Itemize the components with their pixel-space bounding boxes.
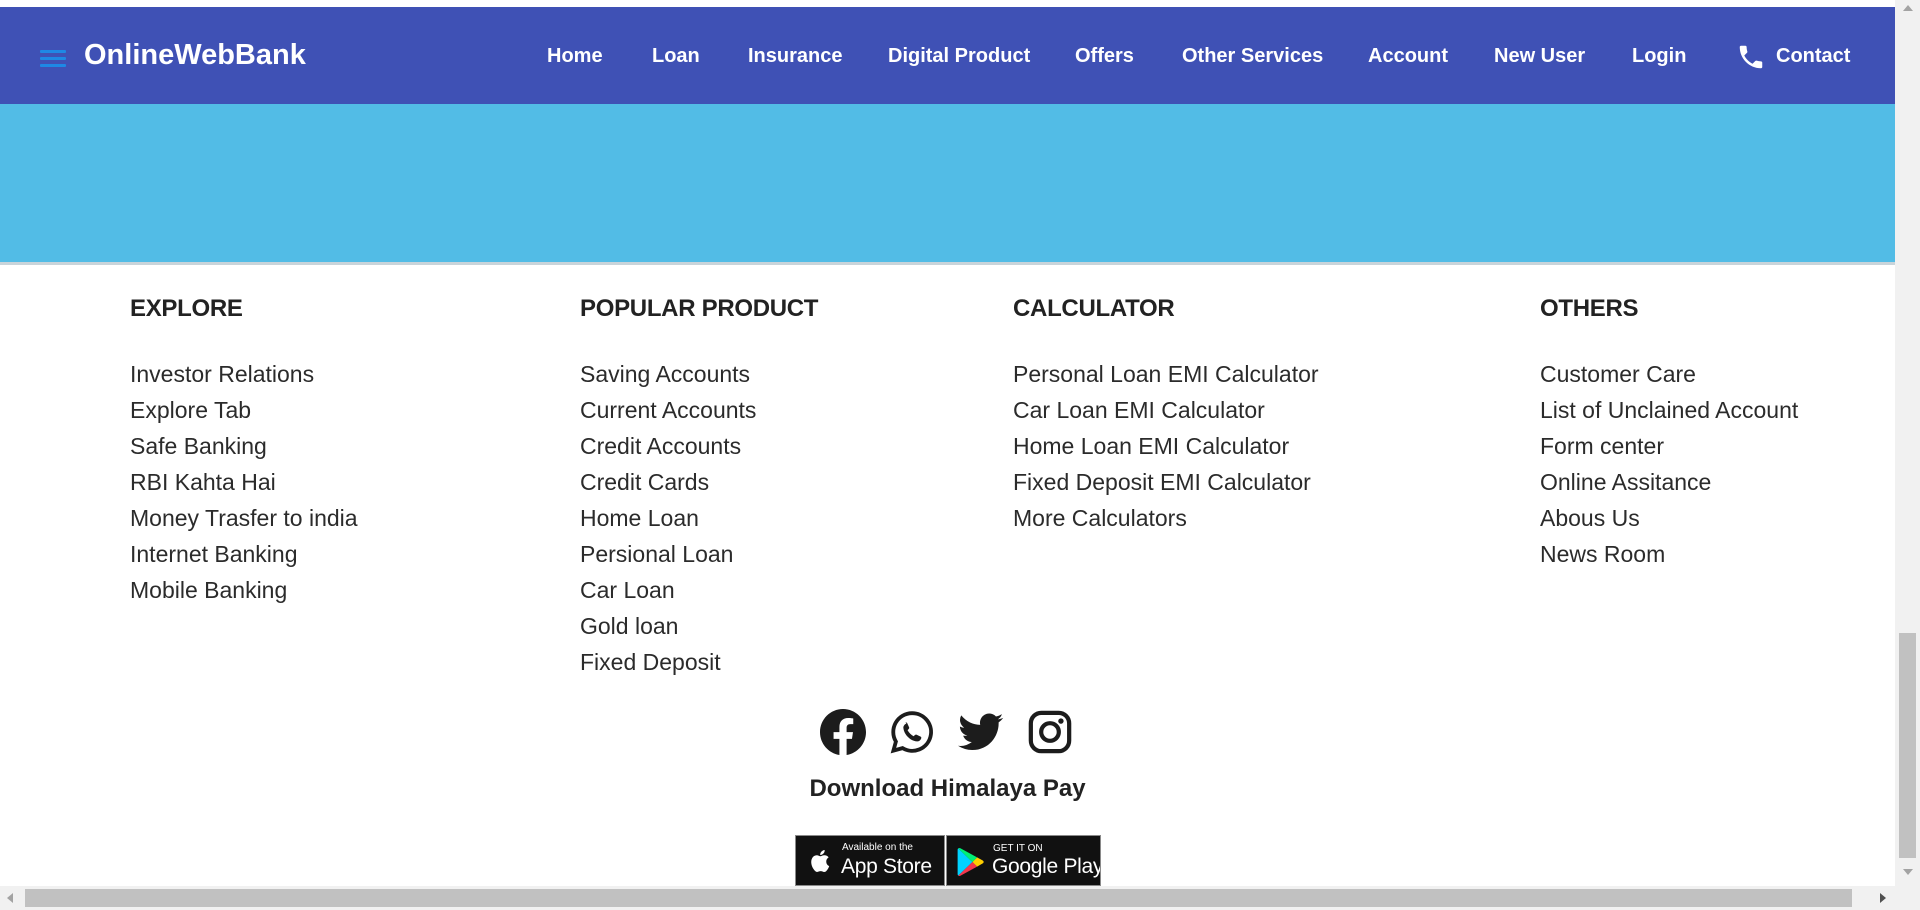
nav-link-offers[interactable]: Offers [1075, 44, 1134, 68]
footer-link-news-room[interactable]: News Room [1540, 536, 1798, 572]
social-links: } [820, 709, 1080, 757]
others-list: Customer Care List of Unclained Account … [1540, 356, 1798, 572]
footer-column-calculator: CALCULATOR Personal Loan EMI Calculator … [1013, 294, 1319, 536]
footer-link-credit-accounts[interactable]: Credit Accounts [580, 428, 818, 464]
download-title: Download Himalaya Pay [809, 775, 1086, 802]
column-title-calculator: CALCULATOR [1013, 295, 1175, 322]
navbar: OnlineWebBank Home Loan Insurance Digita… [0, 7, 1895, 104]
footer-link-car-loan-emi[interactable]: Car Loan EMI Calculator [1013, 392, 1319, 428]
app-store-badge[interactable]: Available on the App Store [795, 835, 945, 886]
footer-link-form-center[interactable]: Form center [1540, 428, 1798, 464]
google-play-icon [957, 847, 984, 877]
footer-link-home-loan[interactable]: Home Loan [580, 500, 818, 536]
footer-link-mobile-banking[interactable]: Mobile Banking [130, 572, 358, 608]
nav-link-digital-product[interactable]: Digital Product [888, 44, 1030, 68]
page: OnlineWebBank Home Loan Insurance Digita… [0, 0, 1895, 886]
footer-link-personal-loan[interactable]: Persional Loan [580, 536, 818, 572]
footer-link-money-transfer[interactable]: Money Trasfer to india [130, 500, 358, 536]
footer-link-investor-relations[interactable]: Investor Relations [130, 356, 358, 392]
nav-link-contact[interactable]: Contact [1776, 44, 1850, 68]
footer-link-rbi-kahta-hai[interactable]: RBI Kahta Hai [130, 464, 358, 500]
column-title-popular-product: POPULAR PRODUCT [580, 295, 819, 322]
footer-link-about-us[interactable]: Abous Us [1540, 500, 1798, 536]
nav-link-other-services[interactable]: Other Services [1182, 44, 1323, 68]
scroll-left-arrow-icon[interactable] [7, 893, 13, 903]
nav-link-home[interactable]: Home [547, 44, 603, 68]
vertical-scrollbar-thumb[interactable] [1899, 633, 1916, 858]
column-title-explore: EXPLORE [130, 295, 243, 322]
explore-list: Investor Relations Explore Tab Safe Bank… [130, 356, 358, 608]
column-title-others: OTHERS [1540, 295, 1639, 322]
footer-link-safe-banking[interactable]: Safe Banking [130, 428, 358, 464]
footer-link-gold-loan[interactable]: Gold loan [580, 608, 818, 644]
banner-divider [0, 262, 1895, 265]
google-play-small-text: GET IT ON [993, 843, 1043, 854]
footer-link-online-assistance[interactable]: Online Assitance [1540, 464, 1798, 500]
app-store-big-text: App Store [841, 855, 932, 878]
twitter-icon[interactable] [958, 709, 1004, 755]
google-play-big-text: Google Play [992, 855, 1101, 878]
popular-product-list: Saving Accounts Current Accounts Credit … [580, 356, 818, 680]
footer-link-explore-tab[interactable]: Explore Tab [130, 392, 358, 428]
hero-banner [0, 104, 1895, 262]
scroll-right-arrow-icon[interactable] [1880, 893, 1886, 903]
footer-column-popular-product: POPULAR PRODUCT Saving Accounts Current … [580, 294, 818, 680]
footer-column-others: OTHERS Customer Care List of Unclained A… [1540, 294, 1798, 572]
footer-link-fixed-deposit[interactable]: Fixed Deposit [580, 644, 818, 680]
footer-link-fixed-deposit-emi[interactable]: Fixed Deposit EMI Calculator [1013, 464, 1319, 500]
footer-link-saving-accounts[interactable]: Saving Accounts [580, 356, 818, 392]
scroll-down-arrow-icon[interactable] [1903, 869, 1913, 875]
footer-link-more-calculators[interactable]: More Calculators [1013, 500, 1319, 536]
nav-link-login[interactable]: Login [1632, 44, 1686, 68]
top-strip [0, 0, 1895, 7]
footer-link-current-accounts[interactable]: Current Accounts [580, 392, 818, 428]
brand-logo[interactable]: OnlineWebBank [84, 37, 306, 73]
browser-viewport: OnlineWebBank Home Loan Insurance Digita… [0, 0, 1920, 910]
scroll-up-arrow-icon[interactable] [1903, 5, 1913, 11]
footer-link-home-loan-emi[interactable]: Home Loan EMI Calculator [1013, 428, 1319, 464]
footer-link-personal-loan-emi[interactable]: Personal Loan EMI Calculator [1013, 356, 1319, 392]
phone-icon[interactable] [1736, 42, 1766, 72]
footer-link-credit-cards[interactable]: Credit Cards [580, 464, 818, 500]
calculator-list: Personal Loan EMI Calculator Car Loan EM… [1013, 356, 1319, 536]
footer-link-unclaimed-account[interactable]: List of Unclained Account [1540, 392, 1798, 428]
nav-link-insurance[interactable]: Insurance [748, 44, 842, 68]
footer-link-internet-banking[interactable]: Internet Banking [130, 536, 358, 572]
horizontal-scrollbar-thumb[interactable] [25, 889, 1852, 907]
nav-link-account[interactable]: Account [1368, 44, 1448, 68]
whatsapp-icon[interactable] [889, 709, 935, 755]
instagram-icon[interactable] [1027, 709, 1073, 755]
google-play-badge[interactable]: GET IT ON Google Play [946, 835, 1101, 886]
footer-column-explore: EXPLORE Investor Relations Explore Tab S… [130, 294, 358, 608]
apple-icon [811, 849, 830, 872]
hamburger-menu-icon[interactable] [40, 50, 66, 68]
nav-link-loan[interactable]: Loan [652, 44, 700, 68]
store-badges: Available on the App Store GET IT ON Goo… [795, 835, 1101, 886]
footer-link-car-loan[interactable]: Car Loan [580, 572, 818, 608]
app-store-small-text: Available on the [842, 842, 913, 853]
facebook-icon[interactable]: } [820, 709, 866, 755]
nav-link-new-user[interactable]: New User [1494, 44, 1585, 68]
footer-link-customer-care[interactable]: Customer Care [1540, 356, 1798, 392]
